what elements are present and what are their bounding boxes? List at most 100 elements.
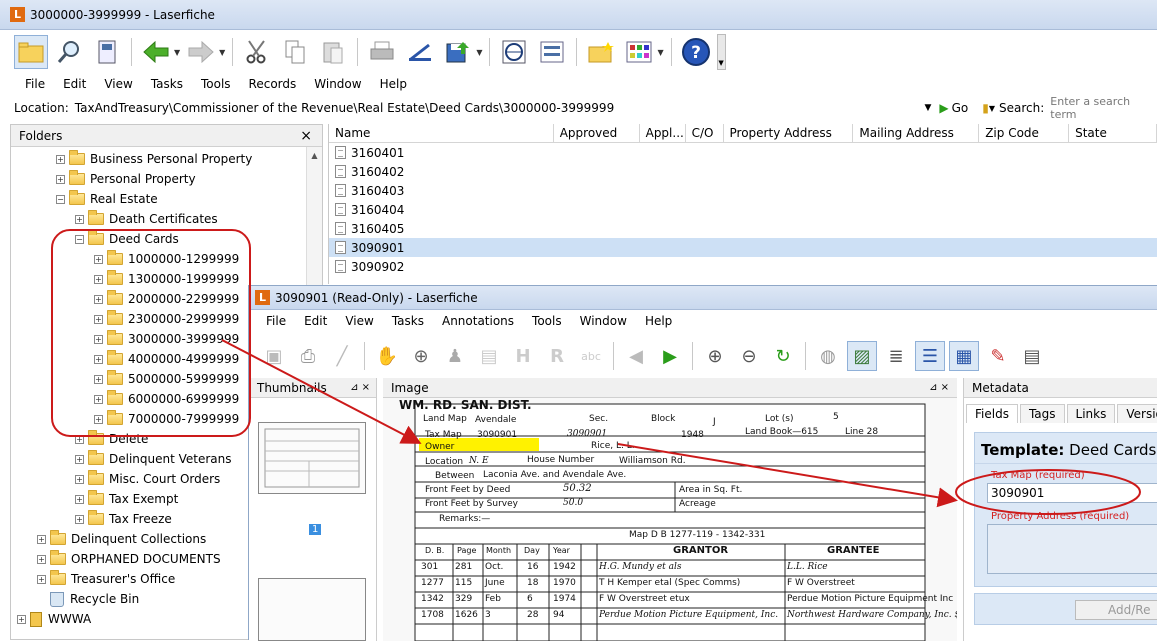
expand-icon[interactable]: + (37, 534, 46, 544)
search-input[interactable]: Enter a search term (1050, 95, 1157, 121)
doc-menu-window[interactable]: Window (571, 314, 636, 328)
page-thumbnail[interactable] (258, 422, 366, 494)
deed-card-image[interactable]: WM. RD. SAN. DIST. Land Map Avendale Sec… (383, 398, 957, 641)
table-row[interactable]: 3090901 (329, 238, 1157, 257)
thumbnails-pane-icon[interactable]: ▦ (949, 341, 979, 371)
go-arrow-icon[interactable]: ▶ (939, 101, 948, 115)
folder-tree-item[interactable]: + Personal Property (56, 169, 196, 189)
menu-tasks[interactable]: Tasks (142, 77, 192, 91)
image-pin-close-icon[interactable]: ⊿ × (929, 382, 949, 393)
col-state[interactable]: State (1069, 124, 1157, 142)
folder-tree-item[interactable]: +3000000-3999999 (94, 329, 239, 349)
text-box-icon[interactable]: abc (576, 341, 606, 371)
folder-tree-item[interactable]: + WWWA (17, 609, 91, 629)
page-icon[interactable]: ▤ (474, 341, 504, 371)
cut-icon[interactable] (240, 35, 274, 69)
expand-icon[interactable]: + (75, 434, 84, 444)
print-icon[interactable] (365, 35, 399, 69)
table-row[interactable]: 3090902 (329, 257, 1157, 276)
expand-icon[interactable]: + (37, 554, 46, 564)
expand-icon[interactable]: + (94, 294, 103, 304)
table-row[interactable]: 3160401 (329, 143, 1157, 162)
folder-tree-item[interactable]: + Treasurer's Office (37, 569, 175, 589)
forward-arrow-icon[interactable] (184, 35, 218, 69)
paste-icon[interactable] (316, 35, 350, 69)
expand-icon[interactable]: + (56, 154, 65, 164)
copy-icon[interactable] (278, 35, 312, 69)
folder-tree-item[interactable]: + Tax Freeze (75, 509, 172, 529)
col-appl[interactable]: Appl... (640, 124, 686, 142)
location-dropdown-icon[interactable]: ▼ (924, 103, 931, 113)
forward-dropdown-icon[interactable]: ▼ (219, 48, 225, 57)
collapse-icon[interactable]: − (75, 234, 84, 244)
col-mailing-address[interactable]: Mailing Address (853, 124, 980, 142)
page-thumbnail-2[interactable] (258, 578, 366, 641)
folder-tree-item[interactable]: Recycle Bin (37, 589, 139, 609)
expand-icon[interactable]: + (94, 374, 103, 384)
expand-icon[interactable]: + (75, 454, 84, 464)
go-button[interactable]: Go (952, 101, 969, 115)
expand-icon[interactable]: + (37, 574, 46, 584)
import-icon[interactable] (441, 35, 475, 69)
doc-menu-tools[interactable]: Tools (523, 314, 571, 328)
menu-tools[interactable]: Tools (192, 77, 240, 91)
rotate-icon[interactable]: ↻ (768, 341, 798, 371)
expand-icon[interactable]: + (94, 274, 103, 284)
folder-tree-item[interactable]: + Delinquent Veterans (75, 449, 232, 469)
expand-icon[interactable]: + (75, 514, 84, 524)
folder-tree-item[interactable]: + Business Personal Property (56, 149, 252, 169)
doc-menu-file[interactable]: File (257, 314, 295, 328)
text-view-icon[interactable]: ≣ (881, 341, 911, 371)
folder-tree-item[interactable]: + ORPHANED DOCUMENTS (37, 549, 221, 569)
scan-icon[interactable] (403, 35, 437, 69)
expand-icon[interactable]: + (75, 474, 84, 484)
folder-tree-item[interactable]: − Deed Cards (75, 229, 179, 249)
folder-tree-item[interactable]: +2000000-2299999 (94, 289, 239, 309)
back-arrow-icon[interactable] (139, 35, 173, 69)
folder-view-button[interactable] (14, 35, 48, 69)
zoom-in-icon[interactable]: ⊕ (700, 341, 730, 371)
folder-tree-item[interactable]: + Misc. Court Orders (75, 469, 220, 489)
tab-versions[interactable]: Versions (1117, 404, 1157, 423)
previous-page-icon[interactable]: ◀ (621, 341, 651, 371)
expand-icon[interactable]: + (17, 614, 26, 624)
tab-fields[interactable]: Fields (966, 404, 1018, 423)
list-view-icon[interactable] (535, 35, 569, 69)
print-doc-icon[interactable]: ⎙ (293, 341, 323, 371)
table-row[interactable]: 3160405 (329, 219, 1157, 238)
folder-tree-item[interactable]: + Death Certificates (75, 209, 218, 229)
folder-tree-item[interactable]: +1000000-1299999 (94, 249, 239, 269)
table-row[interactable]: 3160403 (329, 181, 1157, 200)
table-row[interactable]: 3160402 (329, 162, 1157, 181)
search-options-dropdown-icon[interactable]: ▼ (989, 104, 995, 113)
scan-doc-icon[interactable]: ╱ (327, 341, 357, 371)
zoom-out-icon[interactable]: ⊖ (734, 341, 764, 371)
folder-tree-item[interactable]: + Delinquent Collections (37, 529, 206, 549)
thumbnails-pin-close-icon[interactable]: ⊿ × (350, 382, 370, 393)
document-properties-icon[interactable]: ▤ (1017, 341, 1047, 371)
col-property-address[interactable]: Property Address (724, 124, 854, 142)
pan-hand-icon[interactable]: ✋ (372, 341, 402, 371)
expand-icon[interactable]: + (75, 214, 84, 224)
search-options-icon[interactable]: ▮ (982, 101, 989, 115)
menu-edit[interactable]: Edit (54, 77, 95, 91)
expand-icon[interactable]: + (94, 354, 103, 364)
collapse-icon[interactable]: − (56, 194, 65, 204)
folder-tree-item[interactable]: +4000000-4999999 (94, 349, 239, 369)
folder-tree-item[interactable]: +7000000-7999999 (94, 409, 239, 429)
annotation-pane-icon[interactable]: ✎ (983, 341, 1013, 371)
col-approved[interactable]: Approved (554, 124, 640, 142)
zoom-region-icon[interactable]: ⊕ (406, 341, 436, 371)
expand-icon[interactable]: + (94, 314, 103, 324)
folders-close-icon[interactable]: × (300, 128, 312, 144)
save-icon[interactable]: ▣ (259, 341, 289, 371)
add-remove-button[interactable]: Add/Re (1075, 600, 1157, 620)
search-icon[interactable] (52, 35, 86, 69)
thumbnail-view-icon[interactable] (622, 35, 656, 69)
web-doc-icon[interactable]: ◍ (813, 341, 843, 371)
tax-map-field[interactable]: 3090901 (987, 483, 1157, 503)
menu-window[interactable]: Window (305, 77, 370, 91)
tab-tags[interactable]: Tags (1019, 404, 1065, 423)
tab-links[interactable]: Links (1066, 404, 1116, 423)
expand-icon[interactable]: + (94, 334, 103, 344)
